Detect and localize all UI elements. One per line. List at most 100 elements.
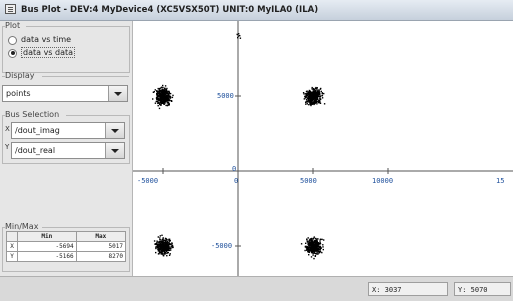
- scatter-point: [169, 240, 171, 242]
- scatter-point: [157, 243, 160, 245]
- x-tick-label: 10000: [372, 177, 394, 185]
- scatter-point: [306, 103, 308, 105]
- scatter-point: [159, 245, 162, 248]
- scatter-point: [158, 241, 161, 243]
- scatter-point: [155, 100, 157, 103]
- scatter-point: [169, 243, 171, 246]
- scatter-point: [305, 247, 308, 249]
- scatter-point: [309, 246, 312, 249]
- scatter-point: [315, 87, 317, 90]
- radio-button-selected-icon[interactable]: [8, 48, 17, 58]
- scatter-point: [315, 100, 318, 102]
- scatter-point: [319, 240, 321, 242]
- scatter-point: [316, 92, 318, 95]
- scatter-point: [322, 244, 324, 246]
- scatter-point: [166, 101, 168, 104]
- scatter-point: [169, 92, 172, 95]
- table-header-row: Min Max: [6, 231, 127, 242]
- x-tick-label: 5000: [300, 177, 317, 185]
- scatter-point: [305, 93, 307, 95]
- scatter-point: [157, 100, 159, 103]
- scatter-point: [165, 104, 167, 107]
- scatter-point: [319, 88, 322, 90]
- minmax-section-title: Min/Max: [5, 222, 39, 231]
- scatter-point: [311, 252, 313, 254]
- scatter-point: [314, 239, 317, 242]
- scatter-point: [155, 246, 157, 248]
- scatter-point: [313, 88, 315, 91]
- scatter-point: [305, 94, 307, 97]
- scatter-point: [236, 33, 238, 36]
- y-bus-select[interactable]: /dout_real: [11, 142, 125, 159]
- display-mode-select[interactable]: points: [2, 85, 128, 102]
- scatter-point: [154, 243, 156, 245]
- scatter-point: [166, 251, 168, 254]
- title-bar: Bus Plot - DEV:4 MyDevice4 (XC5VSX50T) U…: [0, 0, 513, 21]
- scatter-point: [320, 90, 322, 93]
- scatter-point: [237, 37, 239, 39]
- scatter-point: [157, 236, 159, 238]
- scatter-point: [159, 243, 162, 245]
- scatter-point: [314, 251, 316, 253]
- scatter-point: [313, 243, 315, 246]
- scatter-point: [168, 102, 170, 105]
- scatter-point: [164, 250, 166, 252]
- scatter-point: [303, 98, 305, 100]
- scatter-point: [167, 96, 169, 98]
- scatter-point: [166, 245, 169, 248]
- scatter-point: [169, 253, 171, 255]
- scatter-point: [308, 244, 311, 246]
- scatter-point: [319, 250, 322, 253]
- scatter-point: [321, 97, 324, 99]
- chevron-down-icon[interactable]: [105, 143, 124, 158]
- scatter-point: [317, 242, 319, 244]
- scatter-point: [166, 87, 168, 90]
- plot-canvas[interactable]: -5000 0 5000 10000 15 5000 0 -5000: [133, 21, 513, 276]
- scatter-point: [162, 253, 164, 256]
- app-window-icon: [5, 4, 16, 14]
- scatter-point: [307, 251, 309, 253]
- scatter-point: [313, 99, 316, 102]
- scatter-point: [157, 87, 159, 90]
- chevron-down-icon[interactable]: [108, 86, 127, 101]
- scatter-point: [317, 238, 319, 240]
- scatter-point: [237, 35, 239, 37]
- scatter-point: [319, 93, 321, 95]
- y-coordinate-readout: Y: 5070: [454, 282, 511, 296]
- scatter-point: [322, 246, 324, 248]
- scatter-point: [163, 94, 165, 96]
- scatter-point: [161, 93, 163, 96]
- radio-data-vs-time[interactable]: data vs time: [8, 34, 71, 46]
- scatter-point: [159, 97, 161, 99]
- y-axis-letter: Y: [5, 143, 10, 151]
- scatter-point: [238, 33, 240, 35]
- scatter-point: [154, 102, 157, 104]
- scatter-point: [300, 243, 303, 245]
- radio-data-vs-data[interactable]: data vs data: [8, 47, 76, 59]
- x-bus-select[interactable]: /dout_imag: [11, 122, 125, 139]
- scatter-point: [161, 240, 163, 243]
- scatter-point: [164, 247, 167, 250]
- scatter-point: [305, 242, 307, 244]
- scatter-point: [161, 249, 163, 251]
- scatter-point: [166, 240, 168, 243]
- bus-selection-title: Bus Selection: [5, 110, 60, 119]
- scatter-point: [310, 238, 312, 240]
- scatter-point: [164, 99, 167, 102]
- scatter-point: [153, 91, 155, 93]
- scatter-point: [307, 97, 309, 99]
- chevron-down-icon[interactable]: [105, 123, 124, 138]
- scatter-point: [153, 240, 156, 242]
- scatter-point: [170, 249, 172, 251]
- scatter-point: [160, 241, 162, 243]
- scatter-point: [306, 245, 308, 248]
- scatter-point: [163, 248, 165, 250]
- scatter-point: [158, 247, 160, 250]
- scatter-point: [302, 92, 305, 94]
- status-bar: X: 3037 Y: 5070: [0, 276, 513, 301]
- scatter-point: [161, 102, 164, 104]
- scatter-point: [162, 84, 164, 87]
- scatter-point: [167, 249, 169, 251]
- y-tick-label: -5000: [211, 242, 233, 250]
- radio-button-icon[interactable]: [8, 35, 17, 45]
